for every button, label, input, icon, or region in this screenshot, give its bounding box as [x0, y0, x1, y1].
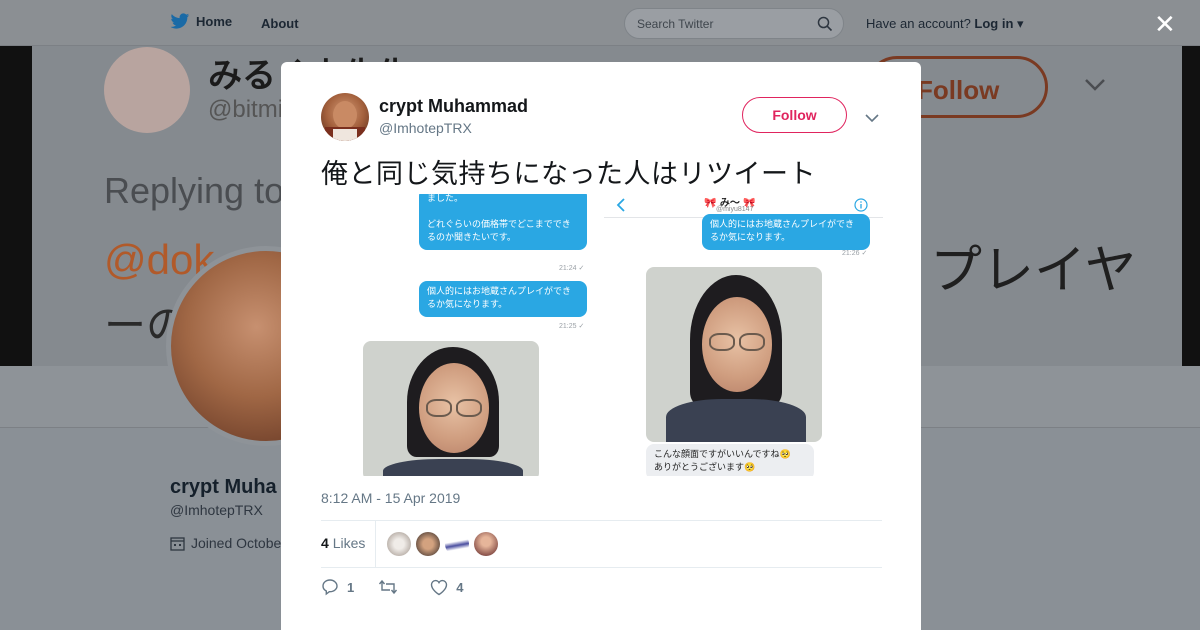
tweet-modal: crypt Muhammad @ImhotepTRX Follow 俺と同じ気持…: [281, 62, 921, 630]
info-icon: [854, 198, 868, 212]
likers-avatars: [387, 532, 498, 556]
likes-label: Likes: [332, 535, 366, 551]
account-prompt-text: Have an account?: [866, 16, 971, 31]
background-chevron-down-icon: [1084, 78, 1106, 97]
profile-handle: @ImhotepTRX: [170, 502, 263, 518]
author-name[interactable]: crypt Muhammad: [379, 96, 528, 117]
author-avatar[interactable]: [321, 93, 369, 141]
tweet-text: 俺と同じ気持ちになった人はリツイート: [321, 159, 816, 190]
liker-avatar[interactable]: [445, 532, 469, 556]
profile-name: crypt Muha: [170, 476, 277, 498]
liker-avatar[interactable]: [416, 532, 440, 556]
chat-timestamp: 21:26 ✓: [842, 250, 868, 257]
liker-avatar[interactable]: [387, 532, 411, 556]
login-link[interactable]: Log in: [974, 16, 1013, 31]
chat-bubble: ました。 どれぐらいの価格帯でどこまでできるのか聞きたいです。: [419, 194, 587, 250]
media-image-right[interactable]: 🎀 み〜 🎀 @miyu8147 個人的にはお地蔵さんプレイができるか気になりま…: [604, 194, 883, 476]
top-nav: Home About Search Twitter Have an accoun…: [0, 0, 1200, 46]
reply-button[interactable]: 1: [321, 578, 354, 596]
likes-stat[interactable]: 4 Likes: [321, 535, 365, 551]
tweet-timestamp[interactable]: 8:12 AM - 15 Apr 2019: [321, 490, 460, 506]
divider: [321, 567, 882, 568]
media-image-left[interactable]: ました。 どれぐらいの価格帯でどこまでできるのか聞きたいです。 21:24 ✓ …: [321, 194, 600, 476]
search-icon[interactable]: [817, 16, 833, 32]
background-text-right: プレイヤ: [930, 242, 1137, 300]
back-arrow-icon: [616, 198, 625, 212]
tweet-media[interactable]: ました。 どれぐらいの価格帯でどこまでできるのか聞きたいです。 21:24 ✓ …: [321, 194, 883, 476]
search-input[interactable]: Search Twitter: [624, 8, 844, 39]
retweet-button[interactable]: [378, 578, 406, 596]
banner-edge-right: [1182, 46, 1200, 366]
reply-count: 1: [347, 579, 355, 595]
nav-home[interactable]: Home: [170, 13, 232, 30]
chat-timestamp: 21:25 ✓: [559, 323, 585, 330]
background-replying-to: Replying to: [104, 170, 285, 211]
liker-avatar[interactable]: [474, 532, 498, 556]
chat-bubble: 個人的にはお地蔵さんプレイができるか気になります。: [702, 214, 870, 250]
like-count: 4: [456, 579, 464, 595]
follow-button[interactable]: Follow: [742, 97, 847, 133]
chat-caption: こんな顔面ですがいいんですね🥺 ありがとうございます🥺: [646, 444, 814, 476]
retweet-icon: [379, 579, 398, 595]
calendar-icon: [170, 536, 185, 551]
reply-icon: [322, 579, 338, 596]
stats-divider: [375, 521, 376, 567]
nav-home-label: Home: [196, 14, 233, 29]
chat-bubble: 個人的にはお地蔵さんプレイができるか気になります。: [419, 281, 587, 317]
profile-joined-text: Joined Octobe: [191, 535, 282, 551]
tweet-actions: 1 4: [321, 578, 487, 596]
close-icon[interactable]: ✕: [1154, 11, 1176, 37]
divider: [321, 520, 882, 521]
chevron-down-icon[interactable]: [865, 110, 879, 128]
search-placeholder: Search Twitter: [637, 17, 714, 31]
heart-icon: [431, 579, 448, 595]
profile-joined: Joined Octobe: [170, 535, 281, 551]
like-button[interactable]: 4: [430, 579, 463, 596]
caret-down-icon[interactable]: ▾: [1017, 16, 1024, 31]
background-tweet-handle: @bitmi: [208, 96, 284, 123]
likes-count: 4: [321, 535, 329, 551]
account-prompt: Have an account? Log in ▾: [866, 16, 1024, 32]
selfie-photo: [363, 341, 539, 476]
chat-timestamp: 21:24 ✓: [559, 265, 585, 272]
selfie-photo: [646, 267, 822, 442]
author-handle[interactable]: @ImhotepTRX: [379, 120, 472, 136]
banner-edge-left: [0, 46, 32, 366]
twitter-bird-icon: [170, 13, 190, 29]
nav-about[interactable]: About: [261, 16, 299, 31]
background-tweet-avatar: [104, 47, 190, 133]
chat-subtitle: @miyu8147: [716, 206, 754, 213]
